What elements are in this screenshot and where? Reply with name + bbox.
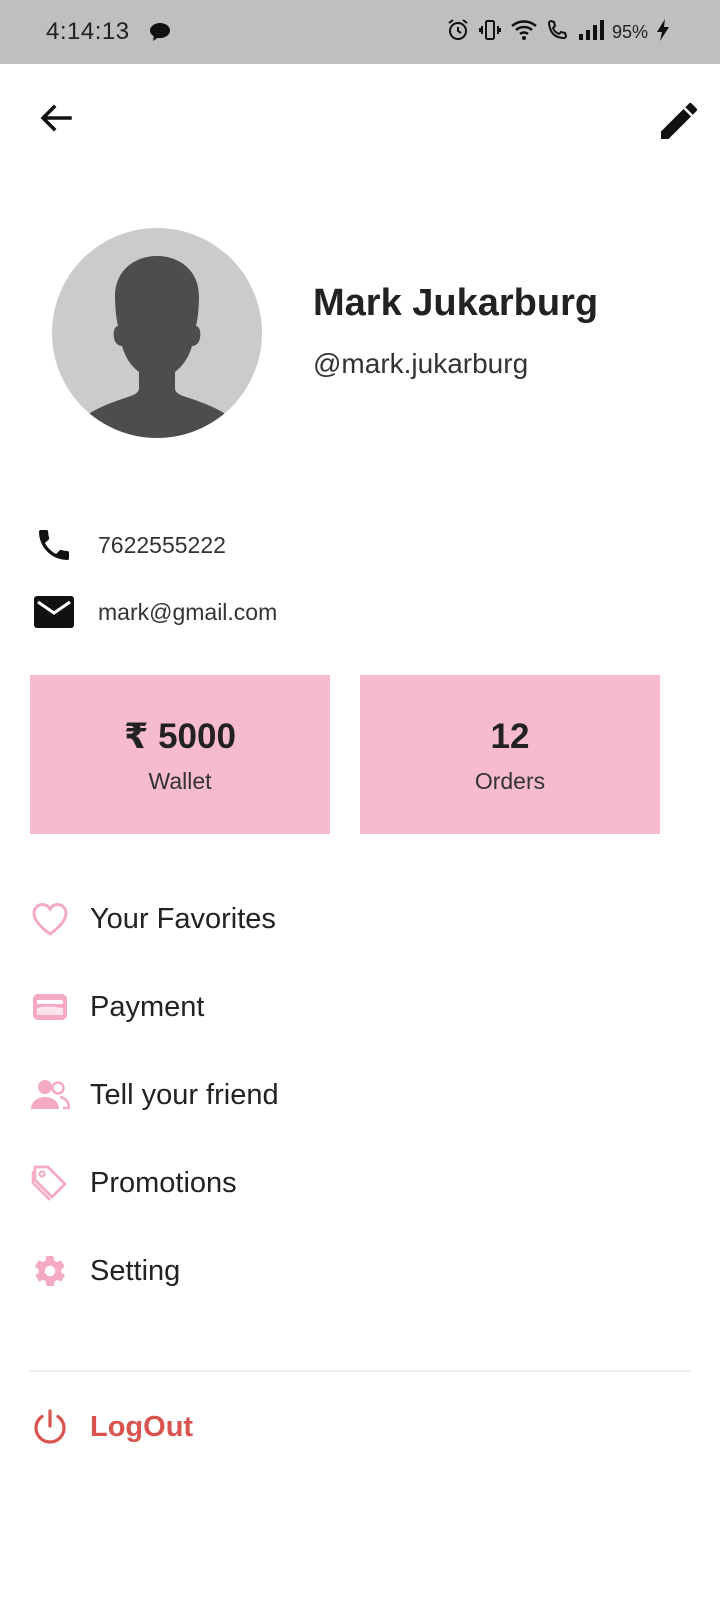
menu-item-tell-friend[interactable]: Tell your friend (30, 1067, 690, 1123)
menu-label-promotions: Promotions (90, 1166, 237, 1199)
divider (30, 1370, 690, 1372)
menu-item-payment[interactable]: Payment (30, 979, 690, 1035)
arrow-back-icon (40, 104, 72, 132)
back-button[interactable] (36, 98, 76, 138)
alarm-icon (446, 18, 470, 47)
person-silhouette-icon (79, 256, 235, 438)
email-address: mark@gmail.com (98, 598, 278, 625)
logout-label: LogOut (90, 1410, 194, 1443)
wallet-value: ₹ 5000 (124, 717, 236, 756)
chat-icon (149, 22, 171, 47)
edit-profile-button[interactable] (658, 100, 700, 142)
edit-pencil-icon (661, 103, 697, 139)
orders-value: 12 (490, 717, 530, 756)
wallet-label: Wallet (148, 768, 212, 794)
menu-label-favorites: Your Favorites (90, 902, 276, 935)
card-icon (30, 987, 70, 1027)
status-icons: 95% (446, 16, 670, 48)
phone-number: 7622555222 (98, 531, 226, 558)
vibrate-icon (478, 18, 502, 47)
orders-card[interactable]: 12 Orders (360, 675, 660, 834)
email-row: mark@gmail.com (32, 587, 277, 637)
status-time: 4:14:13 (46, 18, 130, 45)
orders-label: Orders (474, 768, 546, 794)
phone-icon (32, 523, 76, 567)
gear-icon (30, 1251, 70, 1291)
signal-icon (578, 19, 604, 46)
wifi-icon (510, 18, 538, 47)
avatar (52, 228, 262, 438)
profile-handle: @mark.jukarburg (313, 348, 529, 379)
profile-name: Mark Jukarburg (313, 282, 599, 324)
menu-label-tell-friend: Tell your friend (90, 1078, 279, 1111)
charging-icon (656, 18, 670, 47)
people-icon (30, 1075, 70, 1115)
logout-button[interactable]: LogOut (30, 1399, 690, 1455)
menu-item-promotions[interactable]: Promotions (30, 1155, 690, 1211)
heart-outline-icon (30, 899, 70, 939)
wallet-card[interactable]: ₹ 5000 Wallet (30, 675, 330, 834)
status-bar: 4:14:13 95% (0, 0, 720, 64)
menu-item-setting[interactable]: Setting (30, 1243, 690, 1299)
phone-row: 7622555222 (32, 520, 226, 570)
tag-icon (30, 1163, 70, 1203)
menu-label-payment: Payment (90, 990, 205, 1023)
menu-item-favorites[interactable]: Your Favorites (30, 891, 690, 947)
menu-label-setting: Setting (90, 1254, 181, 1287)
battery-percent: 95% (611, 21, 648, 42)
wifi-call-icon (546, 18, 570, 47)
power-icon (30, 1407, 70, 1447)
mail-icon (32, 590, 76, 634)
